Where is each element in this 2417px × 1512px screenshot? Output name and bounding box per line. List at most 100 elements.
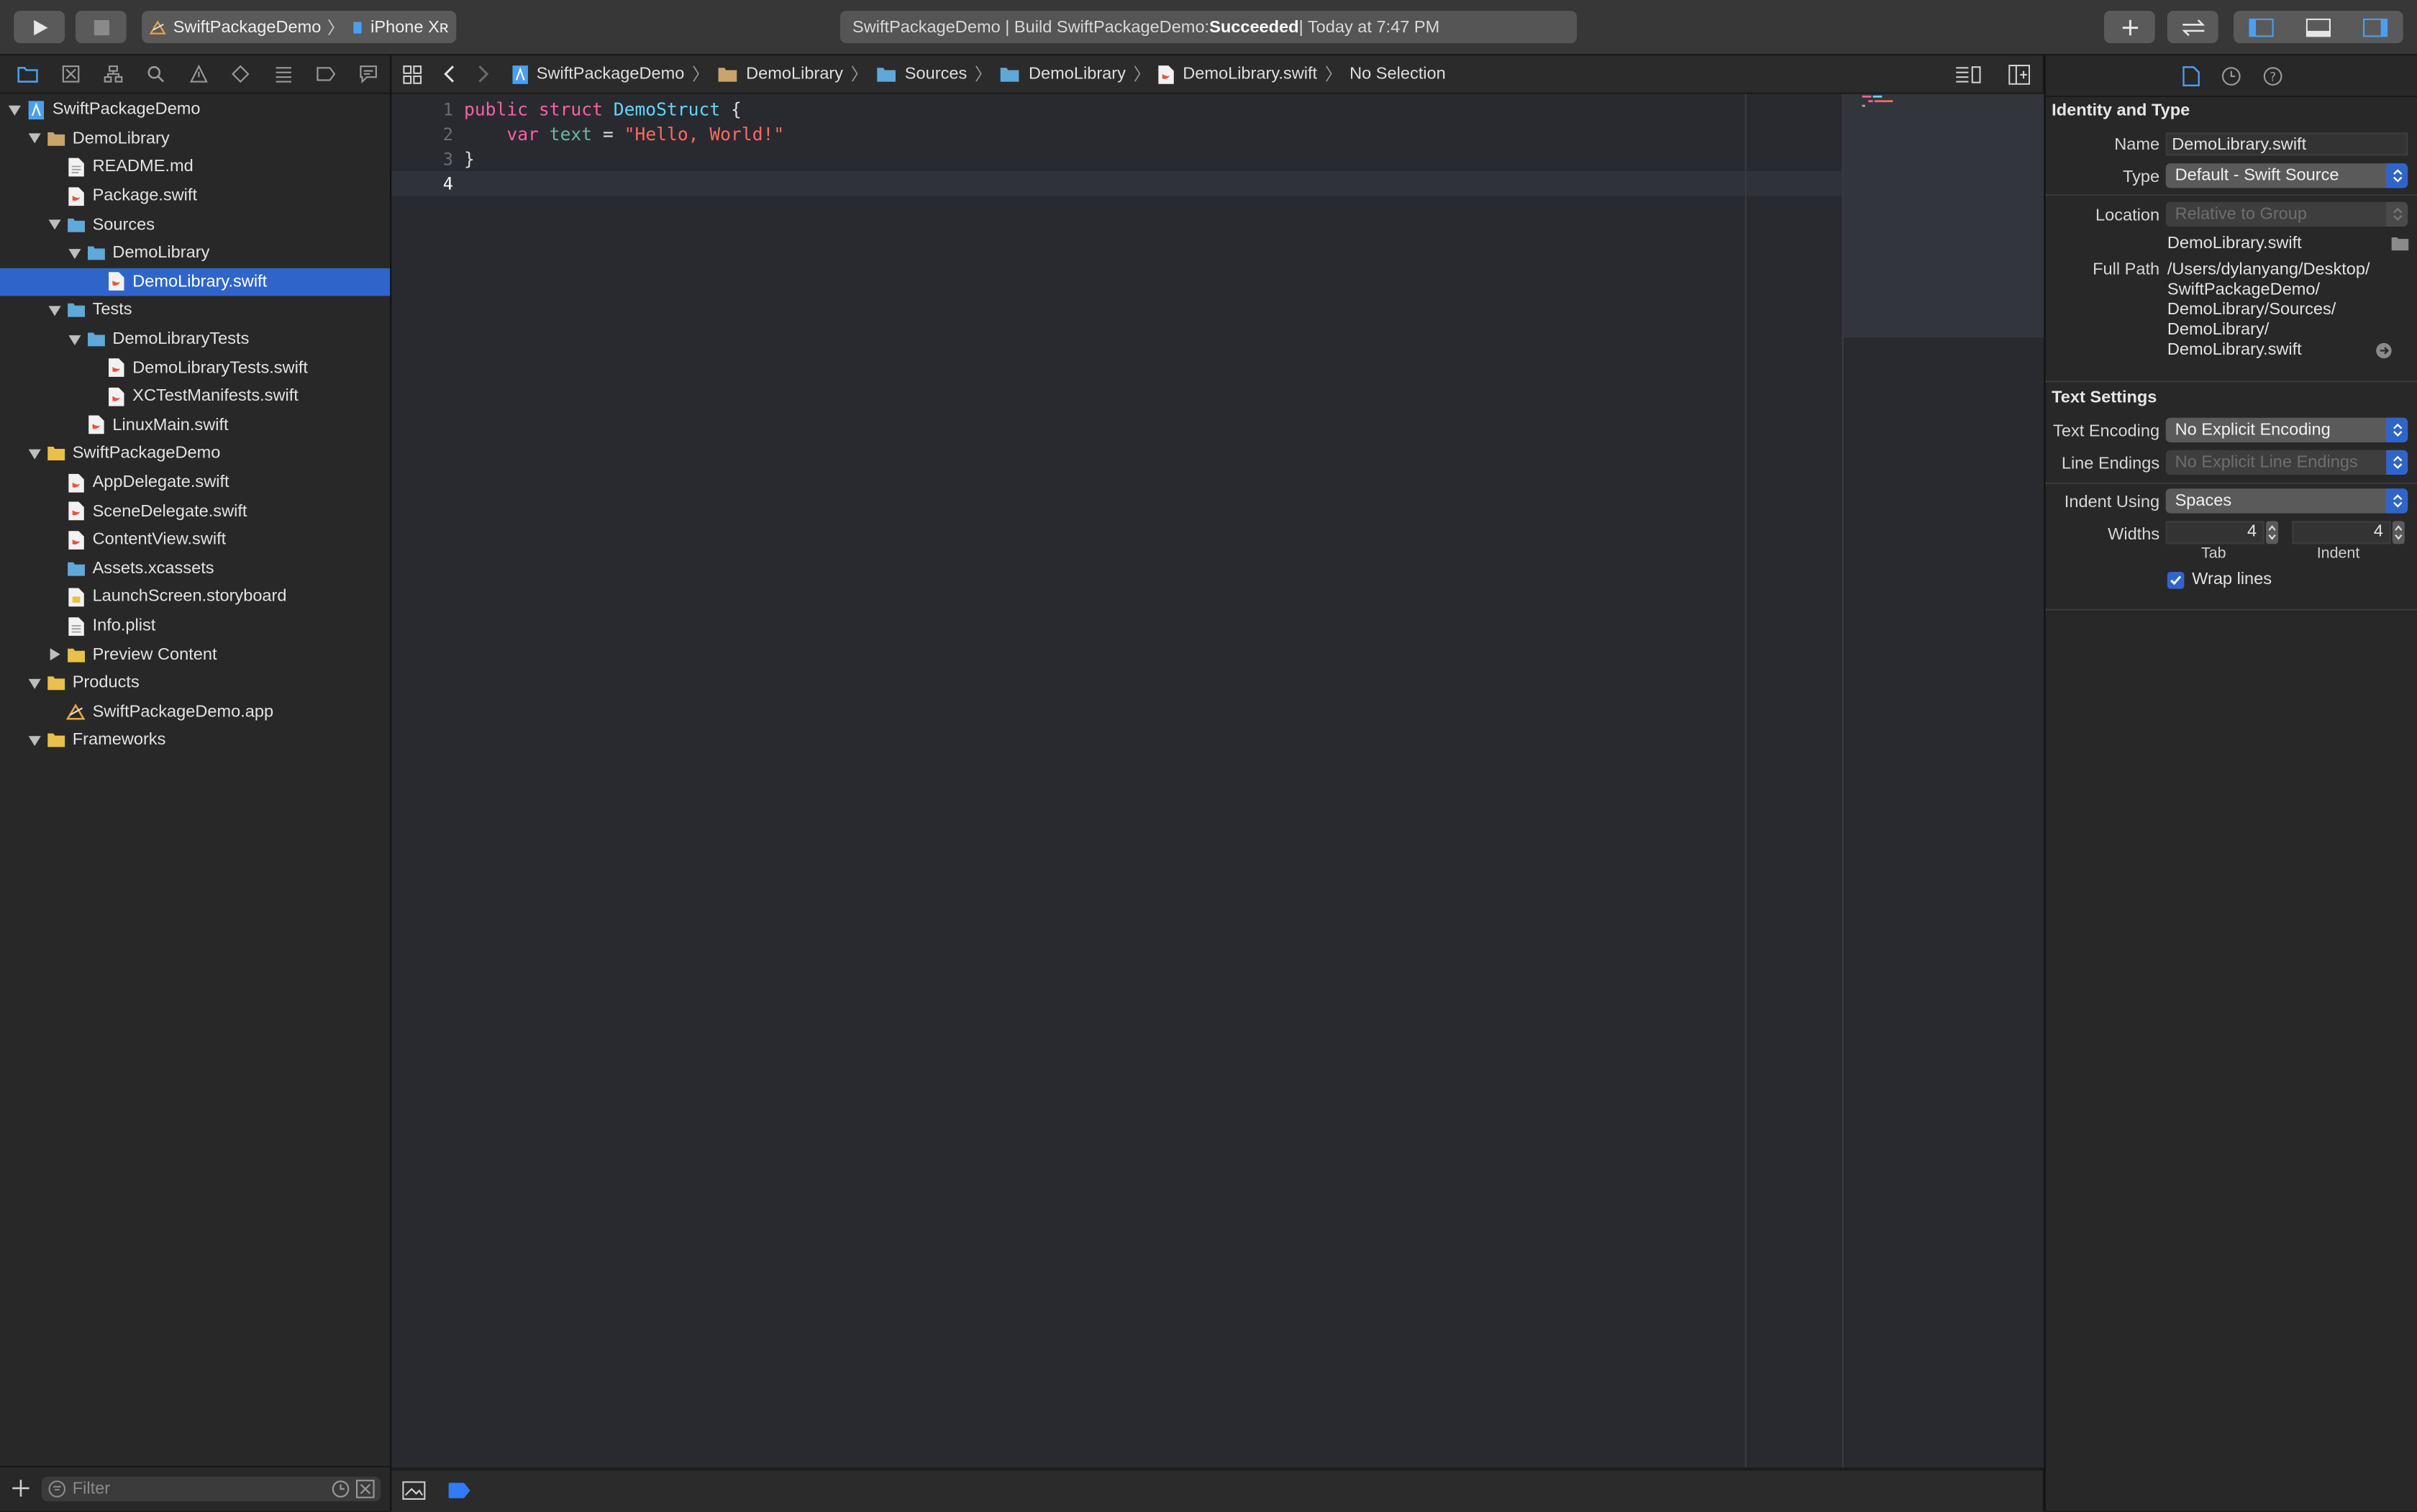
line-endings-popup[interactable]: No Explicit Line Endings [2165, 450, 2408, 475]
toggle-navigator-button[interactable] [2234, 11, 2290, 43]
tree-item[interactable]: Frameworks [0, 727, 390, 755]
package-icon [46, 129, 66, 149]
disclosure-open-icon[interactable] [26, 446, 41, 461]
type-value: Default - Swift Source [2175, 166, 2339, 186]
disclosure-open-icon[interactable] [6, 102, 22, 117]
keyword: var [506, 123, 539, 145]
tab-source-control[interactable] [49, 55, 91, 92]
tab-symbol-navigator[interactable] [91, 55, 134, 92]
tree-item[interactable]: DemoLibraryTests.swift [0, 354, 390, 383]
current-line-highlight [391, 170, 1842, 196]
tree-item[interactable]: LaunchScreen.storyboard [0, 583, 390, 611]
operator: = [592, 123, 624, 145]
tree-item[interactable]: LinuxMain.swift [0, 411, 390, 440]
folder-icon [17, 66, 38, 83]
tree-item[interactable]: SwiftPackageDemo [0, 96, 390, 124]
tree-item[interactable]: Products [0, 669, 390, 698]
toggle-debug-area-button[interactable] [2290, 11, 2347, 43]
tab-width-field[interactable]: 4 [2165, 521, 2264, 545]
breakpoints-toggle-icon[interactable] [448, 1483, 472, 1498]
editor-options-icon[interactable] [1954, 64, 1983, 84]
minimap[interactable] [1842, 94, 2044, 1467]
help-inspector-icon[interactable]: ? [2262, 65, 2282, 86]
tree-item[interactable]: Assets.xcassets [0, 555, 390, 583]
back-arrow-icon[interactable] [442, 65, 458, 83]
tree-item[interactable]: XCTestManifests.swift [0, 382, 390, 411]
breadcrumb-file[interactable]: DemoLibrary.swift 〉 [1158, 62, 1349, 86]
disclosure-open-icon[interactable] [66, 332, 81, 347]
wrap-lines-label[interactable]: Wrap lines [2192, 570, 2272, 589]
minimap-visible-region[interactable] [1843, 94, 2044, 338]
scheme-selector[interactable]: SwiftPackageDemo 〉 iPhone Xʀ [142, 11, 457, 43]
toggle-inspector-button[interactable] [2347, 11, 2403, 43]
breadcrumb-folder[interactable]: DemoLibrary 〉 [999, 62, 1158, 86]
history-inspector-icon[interactable] [2221, 65, 2241, 86]
tab-test-navigator[interactable] [219, 55, 262, 92]
tab-breakpoint-navigator[interactable] [305, 55, 347, 92]
tree-item[interactable]: DemoLibrary [0, 239, 390, 268]
encoding-popup[interactable]: No Explicit Encoding [2165, 417, 2408, 442]
tree-item[interactable]: ContentView.swift [0, 526, 390, 555]
tab-project-navigator[interactable] [6, 55, 49, 92]
tab-debug-navigator[interactable] [262, 55, 304, 92]
disclosure-open-icon[interactable] [26, 131, 41, 146]
disclosure-open-icon[interactable] [46, 303, 61, 318]
related-items-icon[interactable] [402, 64, 422, 84]
indent-using-popup[interactable]: Spaces [2165, 488, 2408, 514]
disclosure-open-icon[interactable] [46, 217, 61, 232]
tree-item[interactable]: SwiftPackageDemo [0, 440, 390, 468]
tree-item[interactable]: DemoLibrary [0, 124, 390, 153]
tab-caption: Tab [2201, 545, 2226, 563]
tree-item[interactable]: DemoLibrary.swift [0, 267, 391, 296]
file-inspector-icon[interactable] [2182, 65, 2199, 86]
tree-item[interactable]: Info.plist [0, 611, 390, 640]
forward-arrow-icon[interactable] [475, 65, 490, 83]
wrap-lines-checkbox[interactable] [2167, 572, 2185, 589]
add-icon[interactable] [12, 1480, 29, 1497]
filter-input[interactable]: Filter [41, 1476, 381, 1502]
tree-item[interactable]: README.md [0, 153, 390, 182]
choose-folder-icon[interactable] [2391, 236, 2410, 251]
source-editor[interactable]: 1 2 3 4 public struct DemoStruct { var t… [391, 94, 2044, 1467]
tab-report-navigator[interactable] [347, 55, 390, 92]
tree-item[interactable]: SceneDelegate.swift [0, 497, 390, 526]
source-control-filter-icon[interactable] [355, 1480, 375, 1498]
tree-item[interactable]: AppDelegate.swift [0, 468, 390, 497]
recent-files-icon[interactable] [332, 1480, 350, 1498]
breadcrumb-package[interactable]: DemoLibrary 〉 [716, 62, 875, 86]
add-editor-icon[interactable] [2008, 63, 2031, 84]
breadcrumb-label: No Selection [1349, 65, 1446, 83]
reveal-in-finder-icon[interactable] [2375, 342, 2393, 360]
location-popup[interactable]: Relative to Group [2165, 201, 2408, 227]
breadcrumb-sources[interactable]: Sources 〉 [875, 62, 999, 86]
disclosure-open-icon[interactable] [26, 675, 41, 691]
tree-item[interactable]: Sources [0, 210, 390, 239]
image-view-icon[interactable] [402, 1481, 426, 1500]
activity-viewer[interactable]: SwiftPackageDemo | Build SwiftPackageDem… [839, 11, 1578, 43]
tree-item[interactable]: Package.swift [0, 181, 390, 210]
run-button[interactable] [14, 11, 65, 43]
tab-find-navigator[interactable] [134, 55, 176, 92]
right-panel-icon [2362, 17, 2388, 37]
name-field[interactable]: DemoLibrary.swift [2165, 132, 2408, 156]
tree-item-label: AppDelegate.swift [92, 473, 229, 492]
swift-file-icon [86, 415, 106, 435]
library-button[interactable] [2104, 11, 2155, 43]
stop-button[interactable] [76, 11, 127, 43]
disclosure-closed-icon[interactable] [46, 647, 61, 662]
breadcrumb-project[interactable]: SwiftPackageDemo 〉 [511, 62, 716, 86]
tree-item-label: DemoLibrary [72, 129, 170, 148]
code-review-button[interactable] [2167, 11, 2218, 43]
disclosure-open-icon[interactable] [26, 733, 41, 748]
tree-item[interactable]: Tests [0, 296, 390, 325]
tab-width-stepper[interactable] [2266, 521, 2279, 545]
tree-item[interactable]: DemoLibraryTests [0, 325, 390, 354]
tree-item[interactable]: SwiftPackageDemo.app [0, 698, 390, 727]
indent-width-stepper[interactable] [2392, 521, 2405, 545]
type-popup[interactable]: Default - Swift Source [2165, 163, 2408, 188]
tab-issue-navigator[interactable] [177, 55, 219, 92]
indent-width-field[interactable]: 4 [2292, 521, 2391, 545]
tree-item[interactable]: Preview Content [0, 640, 390, 669]
breadcrumb-selection[interactable]: No Selection [1349, 65, 1446, 83]
disclosure-open-icon[interactable] [66, 245, 81, 260]
